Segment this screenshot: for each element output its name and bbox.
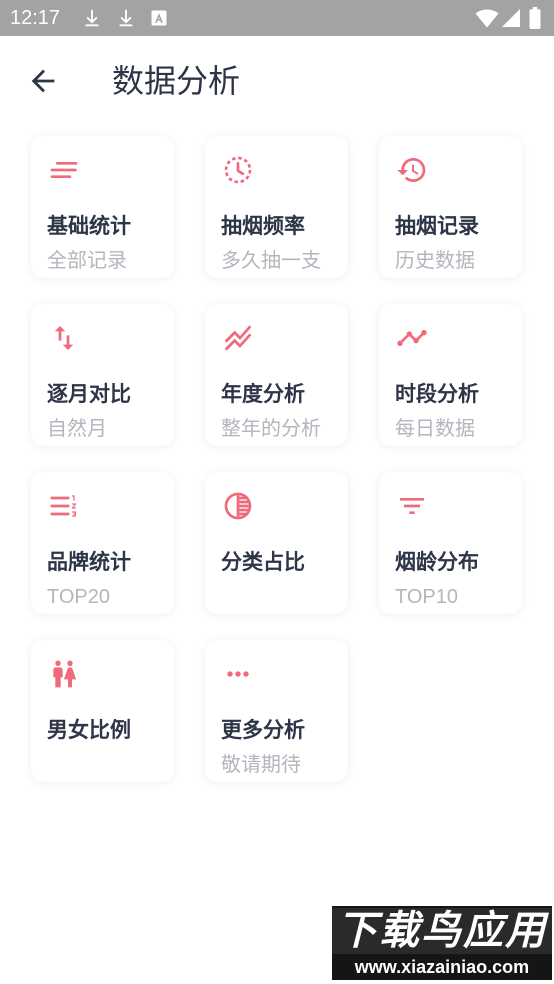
status-time: 12:17: [10, 7, 61, 29]
card-more-analysis[interactable]: 更多分析 敬请期待: [205, 640, 348, 782]
card-title: 品牌统计: [47, 551, 131, 574]
card-subtitle: 多久抽一支: [221, 250, 321, 272]
numbered-list-icon: [50, 495, 76, 517]
card-title: 抽烟频率: [221, 215, 305, 238]
card-subtitle: 整年的分析: [221, 418, 321, 440]
card-subtitle: TOP10: [395, 586, 458, 608]
history-icon: [397, 158, 426, 182]
swap-vertical-icon: [54, 326, 74, 350]
card-time-period-analysis[interactable]: 时段分析 每日数据: [379, 304, 522, 446]
stacked-line-chart-icon: [224, 325, 252, 351]
card-title: 逐月对比: [47, 383, 131, 406]
card-title: 基础统计: [47, 215, 131, 238]
timeline-icon: [397, 330, 427, 346]
more-horizontal-icon: [227, 671, 249, 677]
filter-list-icon: [400, 498, 424, 514]
watermark-brand: 下载鸟应用: [332, 908, 552, 954]
card-basic-stats[interactable]: 基础统计 全部记录: [31, 136, 174, 278]
card-smoking-age-distribution[interactable]: 烟龄分布 TOP10: [379, 472, 522, 614]
card-subtitle: TOP20: [47, 586, 110, 608]
card-title: 男女比例: [47, 719, 131, 742]
watermark-url: www.xiazainiao.com: [354, 957, 530, 977]
card-title: 更多分析: [221, 719, 305, 742]
download-icon: [85, 9, 99, 27]
card-title: 年度分析: [221, 383, 305, 406]
card-annual-analysis[interactable]: 年度分析 整年的分析: [205, 304, 348, 446]
card-gender-ratio[interactable]: 男女比例: [31, 640, 174, 782]
battery-icon: [529, 7, 541, 29]
card-category-ratio[interactable]: 分类占比: [205, 472, 348, 614]
man-woman-icon: [53, 660, 76, 688]
notes-icon: [50, 162, 78, 178]
text-a-icon: [151, 10, 167, 26]
card-subtitle: 全部记录: [47, 250, 127, 272]
card-title: 分类占比: [221, 551, 305, 574]
card-brand-stats[interactable]: 品牌统计 TOP20: [31, 472, 174, 614]
card-smoking-records[interactable]: 抽烟记录 历史数据: [379, 136, 522, 278]
card-subtitle: 每日数据: [395, 418, 475, 440]
watermark: 下载鸟应用 www.xiazainiao.com: [332, 906, 552, 980]
card-title: 抽烟记录: [395, 215, 479, 238]
contrast-icon: [224, 492, 252, 520]
download-icon: [119, 9, 133, 27]
card-subtitle: 自然月: [47, 418, 107, 440]
card-subtitle: 历史数据: [395, 250, 475, 272]
status-bar: 12:17: [0, 0, 554, 36]
page-title: 数据分析: [112, 63, 241, 99]
card-subtitle: 敬请期待: [221, 754, 301, 776]
arrow-back-icon[interactable]: [26, 64, 60, 98]
card-title: 时段分析: [395, 383, 479, 406]
card-monthly-comparison[interactable]: 逐月对比 自然月: [31, 304, 174, 446]
signal-icon: [502, 9, 520, 27]
card-smoking-frequency[interactable]: 抽烟频率 多久抽一支: [205, 136, 348, 278]
card-title: 烟龄分布: [395, 551, 479, 574]
wifi-icon: [475, 9, 499, 28]
dashed-clock-icon: [224, 156, 252, 184]
